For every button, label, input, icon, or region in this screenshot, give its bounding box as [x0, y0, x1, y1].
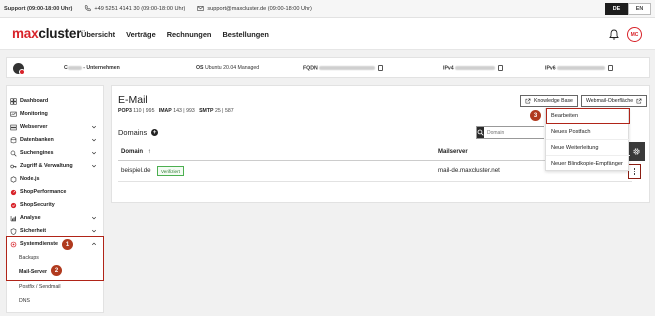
domain-cell[interactable]: beispiel.de	[121, 167, 151, 174]
maxcluster-logo[interactable]: maxcluster	[12, 26, 81, 41]
chevron-down-icon	[91, 164, 97, 168]
copy-icon[interactable]	[378, 65, 384, 71]
nav-invoices[interactable]: Rechnungen	[167, 30, 212, 39]
monitoring-icon	[10, 111, 17, 117]
bell-icon[interactable]	[609, 29, 619, 40]
sidebar-item-shopsecurity[interactable]: ShopSecurity	[7, 199, 103, 211]
os-info: OS Ubuntu 20.04 Managed	[196, 65, 260, 71]
annotation-step-3: 3	[530, 110, 541, 121]
annotation-highlight-edit	[546, 108, 630, 124]
search-icon	[477, 129, 484, 136]
main-nav: Übersicht Verträge Rechnungen Bestellung…	[81, 30, 280, 39]
nav-contracts[interactable]: Verträge	[126, 30, 156, 39]
ipv6-info: IPv6	[545, 65, 614, 71]
copy-icon[interactable]	[498, 65, 504, 71]
user-avatar[interactable]: MC	[627, 27, 642, 42]
menu-item-new-forwarding[interactable]: Neue Weiterleitung	[546, 141, 630, 156]
fqdn-info: FQDN	[303, 65, 384, 71]
sidebar-item-dashboard[interactable]: Dashboard	[7, 95, 103, 107]
phone-icon	[85, 5, 92, 12]
customer-info: C - Unternehmen	[64, 65, 120, 71]
sort-asc-icon: ↑	[147, 149, 151, 155]
lang-de[interactable]: DE	[605, 3, 628, 15]
sidebar-item-access[interactable]: Zugriff & Verwaltung	[7, 160, 103, 172]
search-engine-icon	[10, 150, 17, 157]
language-switcher: DE EN	[605, 3, 651, 15]
webmail-button[interactable]: Webmail-Oberfläche	[581, 95, 648, 107]
annotation-step-1: 1	[62, 239, 73, 250]
shopsecurity-icon	[10, 202, 17, 208]
support-bar: Support (09:00-18:00 Uhr) +49 5251 4141 …	[0, 0, 655, 18]
external-link-icon	[525, 98, 531, 104]
column-mailserver[interactable]: Mailserver	[438, 149, 468, 155]
sidebar-item-databases[interactable]: Datenbanken	[7, 134, 103, 146]
nav-overview[interactable]: Übersicht	[81, 30, 115, 39]
sidebar-item-monitoring[interactable]: Monitoring	[7, 108, 103, 120]
server-info-bar: C - Unternehmen OS Ubuntu 20.04 Managed …	[6, 57, 650, 78]
annotation-step-2: 2	[51, 265, 62, 276]
support-phone[interactable]: +49 5251 4141 30 (09:00-18:00 Uhr)	[84, 5, 185, 12]
sidebar-subitem-dns[interactable]: DNS	[19, 298, 30, 304]
chevron-down-icon	[91, 138, 97, 142]
mail-icon	[197, 6, 204, 11]
gear-icon	[633, 148, 640, 155]
analyse-icon	[10, 215, 16, 221]
chevron-down-icon	[91, 229, 97, 233]
menu-item-new-mailbox[interactable]: Neues Postfach	[546, 125, 630, 140]
mailserver-cell: mail-de.maxcluster.net	[438, 167, 500, 174]
column-domain[interactable]: Domain ↑	[121, 149, 151, 155]
database-icon	[10, 136, 17, 143]
nodejs-icon	[10, 175, 17, 183]
sidebar-item-search-engines[interactable]: Suchengines	[7, 147, 103, 159]
support-hours: Support (09:00-18:00 Uhr)	[4, 5, 73, 12]
sidebar-item-nodejs[interactable]: Node.js	[7, 173, 103, 185]
protocol-ports: POP3 110 | 995 IMAP 143 | 993 SMTP 25 | …	[118, 108, 234, 114]
chevron-down-icon	[91, 125, 97, 129]
sidebar-item-analyse[interactable]: Analyse	[7, 212, 103, 224]
knowledge-base-button[interactable]: Knowledge Base	[520, 95, 578, 107]
search-button[interactable]	[477, 127, 484, 138]
status-badge: Verifiziert	[157, 166, 184, 176]
menu-item-new-bcc-recipient[interactable]: Neuer Blindkopie-Empfänger	[546, 156, 630, 171]
dashboard-icon	[10, 97, 17, 105]
webserver-icon	[10, 124, 17, 130]
chevron-down-icon	[91, 216, 97, 220]
sidebar-item-webserver[interactable]: Webserver	[7, 121, 103, 133]
key-icon	[10, 164, 17, 168]
domain-search	[476, 126, 553, 139]
sidebar-item-shopperformance[interactable]: ShopPerformance	[7, 186, 103, 198]
copy-icon[interactable]	[608, 65, 614, 71]
lang-en[interactable]: EN	[628, 3, 651, 15]
support-email[interactable]: support@maxcluster.de (09:00-18:00 Uhr)	[197, 5, 312, 12]
server-status-icon	[13, 63, 25, 75]
page-title: E-Mail	[118, 94, 148, 106]
ipv4-info: IPv4	[443, 65, 504, 71]
search-input[interactable]	[484, 127, 553, 138]
domains-heading: Domains +	[118, 128, 159, 137]
sidebar-subitem-postfix[interactable]: Postfix / Sendmail	[19, 284, 61, 290]
shield-icon	[10, 227, 17, 235]
chevron-down-icon	[91, 151, 97, 155]
external-link-icon	[636, 98, 642, 104]
main-header: maxcluster Übersicht Verträge Rechnungen…	[0, 18, 655, 50]
shopperformance-icon	[10, 189, 17, 195]
nav-orders[interactable]: Bestellungen	[222, 30, 268, 39]
add-domain-button[interactable]: +	[151, 129, 159, 136]
table-settings-button[interactable]	[628, 142, 645, 161]
